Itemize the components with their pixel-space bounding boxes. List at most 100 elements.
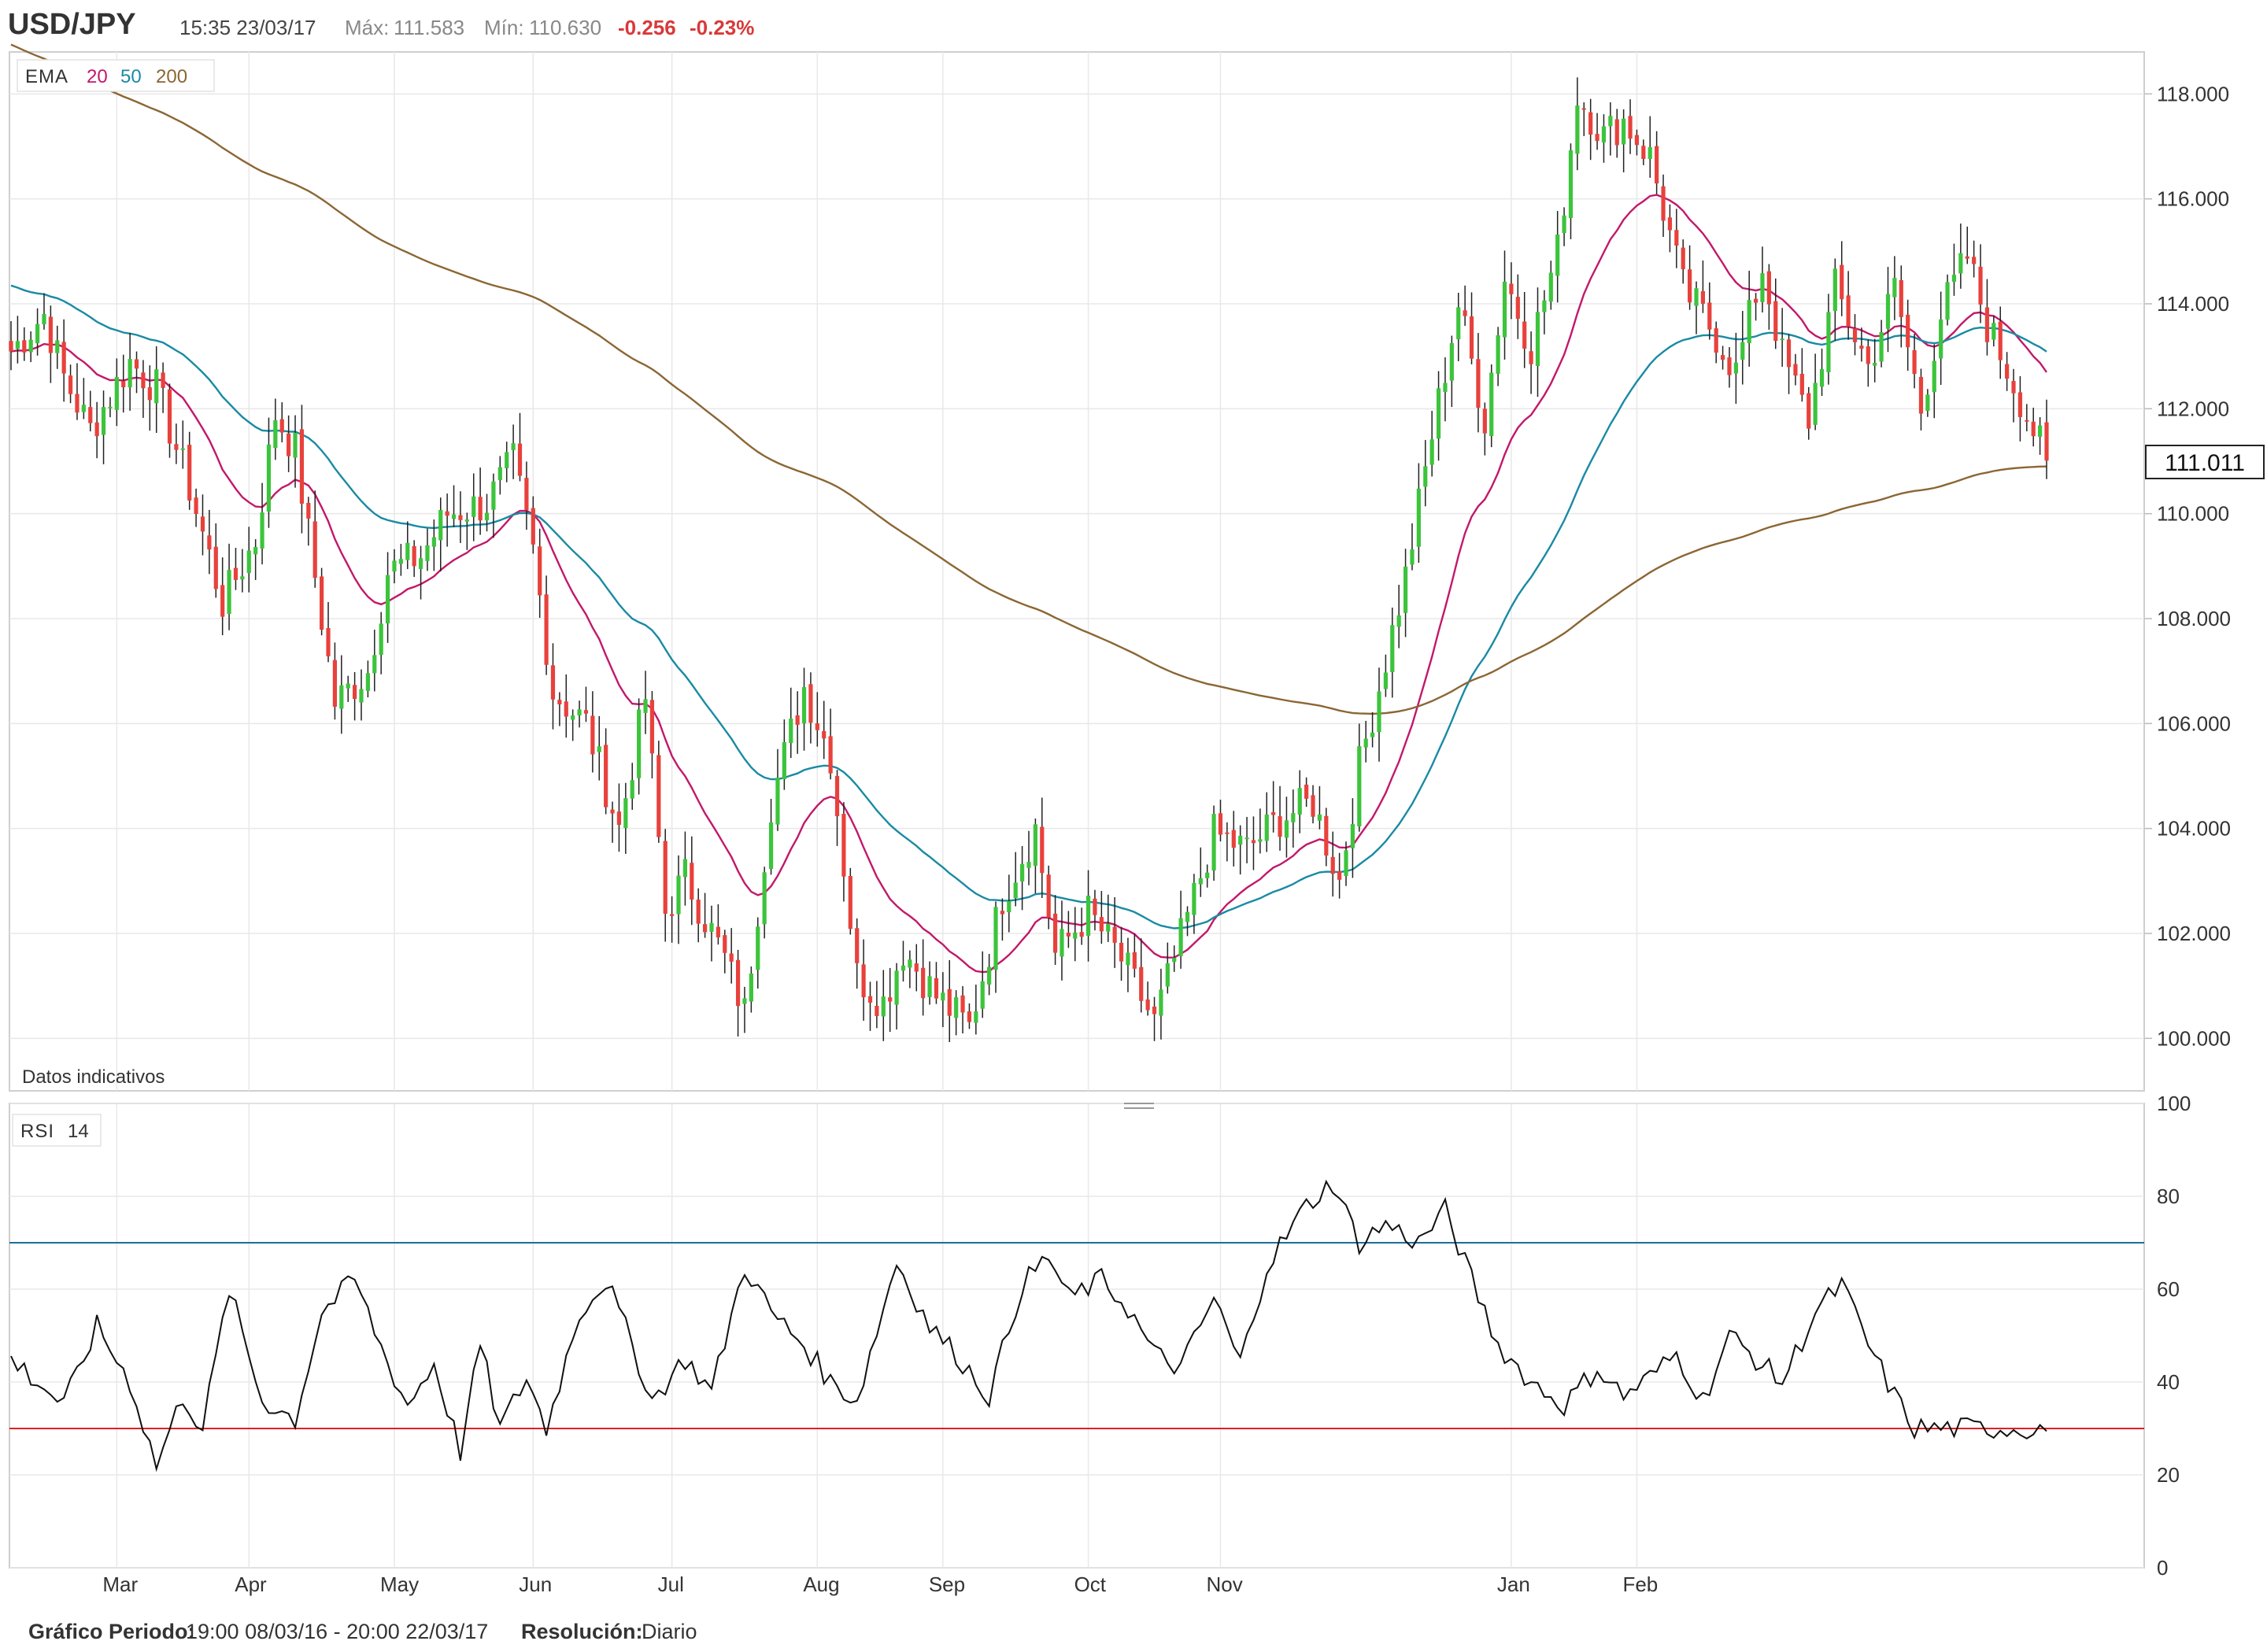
candle-body (1667, 217, 1673, 231)
candle-body (88, 407, 93, 423)
candle (451, 485, 457, 527)
candle-body (954, 997, 959, 1018)
candle-body (947, 989, 952, 1016)
candle (1939, 291, 1943, 385)
candle-body (134, 359, 139, 369)
candle (1727, 347, 1732, 388)
candle-body (867, 996, 873, 1003)
candle (1760, 246, 1765, 312)
candle (571, 709, 575, 741)
ema-legend: EMA 20 50 200 (17, 59, 215, 92)
candle (418, 545, 423, 600)
candle-body (795, 715, 800, 725)
candle-body (1628, 116, 1633, 139)
candle (1099, 891, 1104, 944)
rsi-reference-lines (9, 1242, 2144, 1429)
candle-body (1655, 146, 1659, 184)
candle-body (564, 701, 568, 717)
candle-body (848, 875, 852, 929)
candle (604, 728, 608, 815)
candle-body (1429, 439, 1434, 465)
candle (1370, 711, 1375, 748)
candle-body (1119, 942, 1124, 962)
rsi-legend-period: 14 (68, 1121, 89, 1142)
candle (1185, 906, 1190, 937)
candle-body (577, 709, 582, 716)
candle-body (729, 953, 734, 962)
candle (1628, 99, 1633, 154)
price-tick-label: 110.000 (2157, 502, 2229, 526)
candle-body (1998, 321, 2003, 360)
candle (2038, 417, 2043, 455)
candle (1753, 293, 1758, 321)
candle (75, 363, 80, 420)
candle (1060, 900, 1064, 981)
candle-body (273, 419, 278, 449)
candle (815, 692, 819, 747)
candle-body (571, 715, 575, 720)
candle (392, 549, 397, 584)
candle (1020, 845, 1025, 911)
candle (1046, 865, 1051, 929)
month-tick-label: Mar (102, 1573, 138, 1596)
candle-body (200, 516, 205, 532)
candle (253, 539, 258, 580)
candle (1000, 898, 1005, 941)
candle (227, 543, 231, 630)
candle (22, 327, 27, 361)
candle (1026, 830, 1031, 885)
panel-resize-handle[interactable] (1124, 1103, 1154, 1109)
candle (1766, 264, 1771, 330)
candle (861, 939, 866, 1021)
candle (901, 941, 906, 982)
candle-body (379, 623, 383, 655)
candle-body (1733, 362, 1738, 374)
candle-body (623, 798, 628, 829)
candle-body (709, 922, 714, 932)
candle (1641, 139, 1646, 165)
candle-body (1688, 269, 1692, 303)
candle-body (1622, 118, 1626, 145)
chart-canvas[interactable]: 118.000 116.000 114.000 112.000 110.000 108.0… (0, 0, 2267, 1652)
candle-body (921, 967, 926, 999)
candle (405, 521, 410, 570)
candle-body (1370, 732, 1375, 737)
candle-body (1760, 273, 1765, 302)
candle (1436, 371, 1441, 461)
candle (1866, 339, 1870, 387)
candle-body (782, 742, 786, 780)
candle (550, 643, 556, 730)
candle-body (464, 519, 469, 522)
candle (742, 986, 747, 1033)
candle (1859, 327, 1864, 362)
candle-body (94, 422, 99, 437)
candle-body (320, 576, 324, 630)
candle (1350, 798, 1355, 878)
candle (1324, 808, 1329, 867)
candle (908, 950, 912, 989)
candle (1093, 889, 1097, 931)
candle (848, 867, 852, 935)
price-tick-label: 104.000 (2157, 817, 2231, 841)
candle-body (789, 719, 793, 744)
candle-body (1555, 234, 1560, 276)
candle (332, 642, 338, 720)
candle-body (213, 546, 218, 589)
candle (372, 630, 377, 692)
candle-body (28, 339, 33, 353)
candle-body (1991, 323, 1996, 340)
candle (1608, 102, 1613, 156)
candle-body (1052, 913, 1058, 953)
candle-body (1443, 383, 1448, 392)
candle-body (385, 575, 390, 624)
candle (1622, 109, 1626, 172)
candle (187, 431, 192, 510)
candle-body (888, 997, 893, 1002)
ema-legend-200: 200 (156, 66, 187, 87)
candle (1807, 386, 1811, 440)
candle (1443, 357, 1448, 422)
candle (888, 967, 893, 1033)
candle (1984, 279, 1990, 356)
candle (1773, 278, 1778, 349)
candle-body (1614, 119, 1619, 146)
